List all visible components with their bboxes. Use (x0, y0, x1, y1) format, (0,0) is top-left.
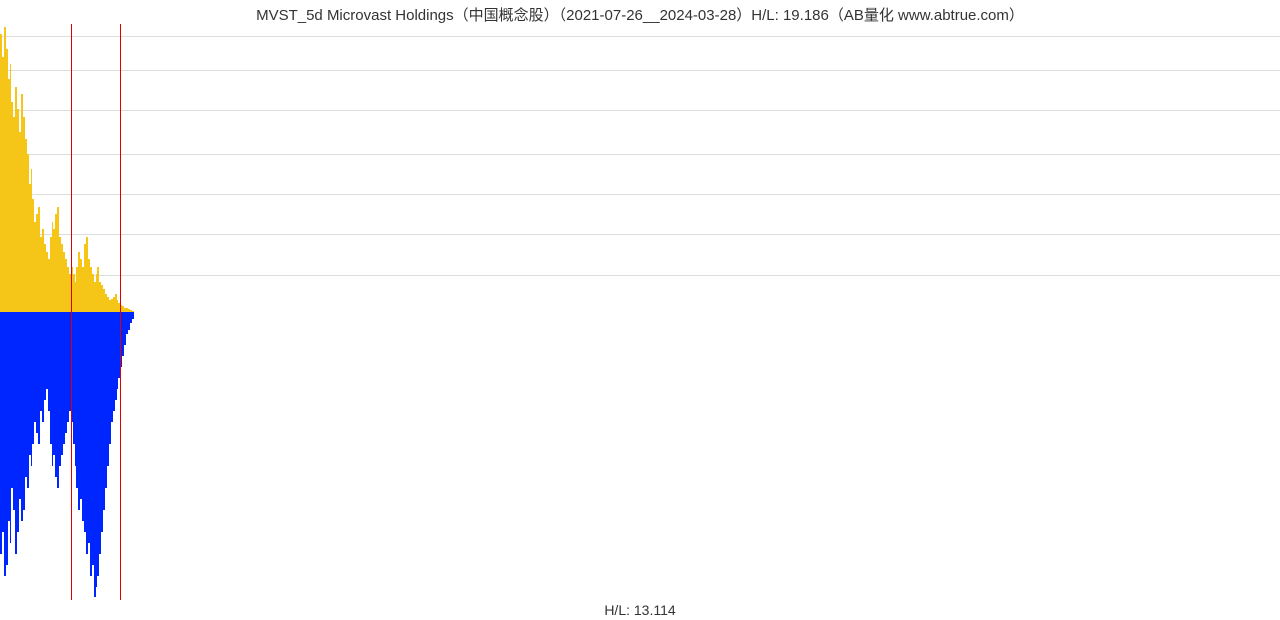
chart-bars (0, 24, 1280, 600)
chart-plot-area (0, 24, 1280, 600)
marker-line (120, 24, 121, 600)
marker-line (71, 24, 72, 600)
bar-down (132, 312, 134, 319)
chart-title: MVST_5d Microvast Holdings（中国概念股）（2021-0… (0, 4, 1280, 25)
hl-bottom-label: H/L: 13.114 (0, 602, 1280, 618)
